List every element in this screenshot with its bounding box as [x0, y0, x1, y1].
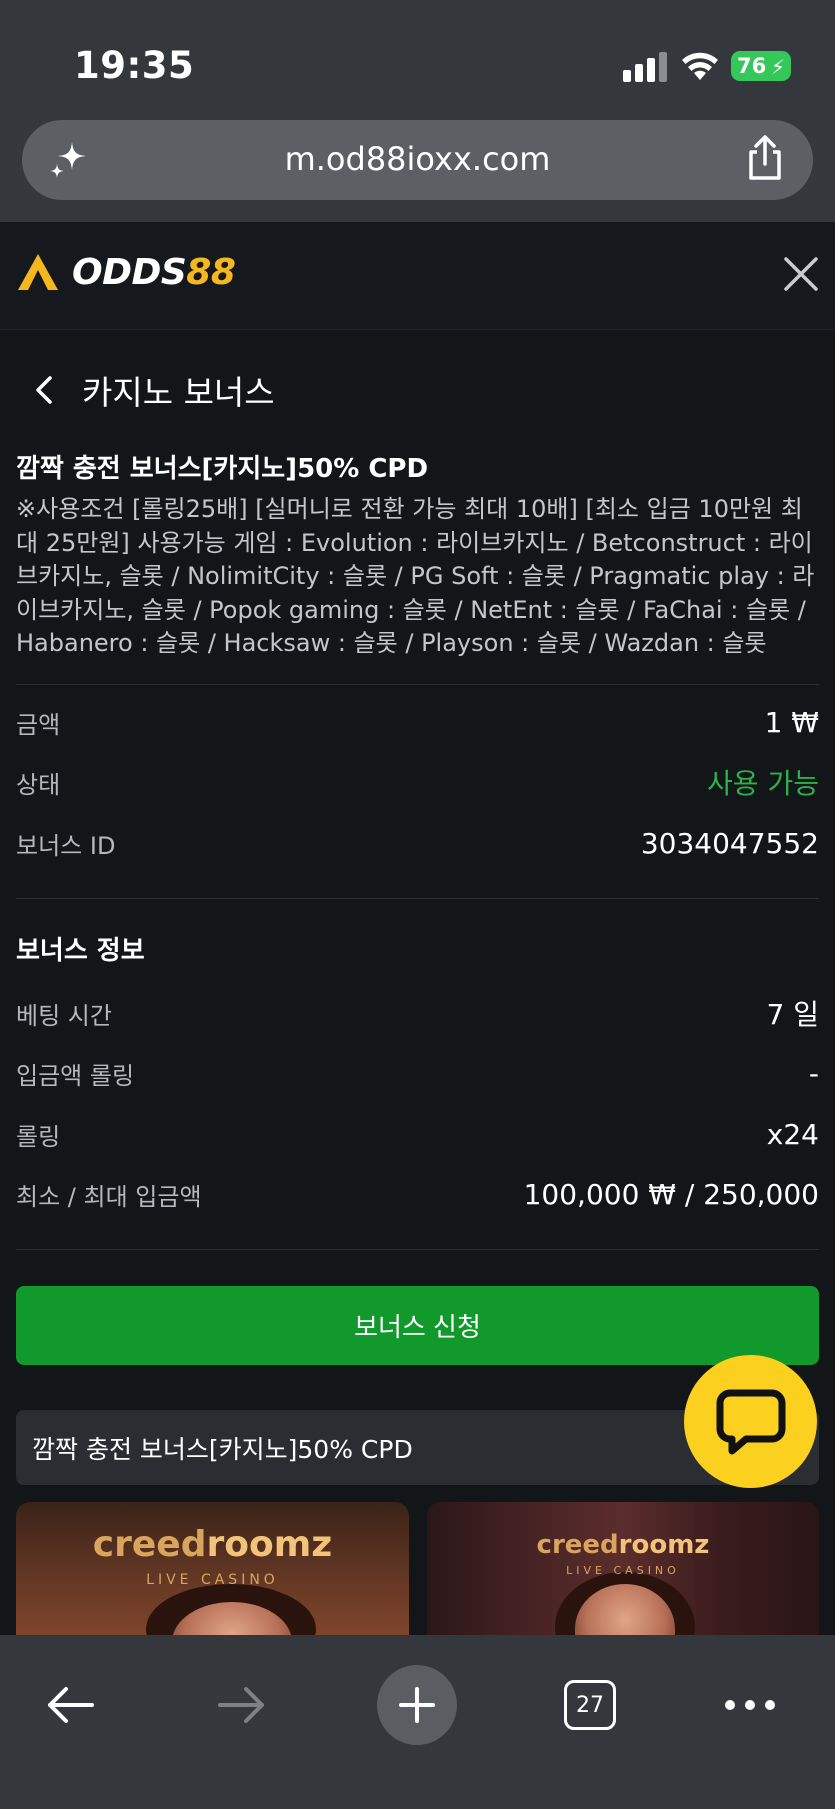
game-tile-creedroomz-1[interactable]: creedroomz LIVE CASINO	[16, 1502, 409, 1635]
detail-label: 상태	[16, 770, 61, 799]
info-value: -	[808, 1056, 819, 1090]
plus-icon	[399, 1687, 435, 1723]
tile-brand: creedroomz	[16, 1524, 409, 1565]
promo-card-title: 깜짝 충전 보너스[카지노]50% CPD	[32, 1434, 413, 1464]
info-value: 7 일	[766, 998, 819, 1031]
bonus-description: ※사용조건 [롤링25배] [실머니로 전환 가능 최대 10배] [최소 입금…	[16, 495, 815, 657]
arrow-left-icon	[48, 1687, 94, 1723]
ellipsis-icon	[725, 1700, 775, 1710]
info-row-deposit-rolling: 입금액 롤링 -	[16, 1053, 819, 1093]
info-value: 100,000 ₩ / 250,000	[523, 1177, 819, 1211]
more-menu-button[interactable]	[718, 1665, 782, 1745]
logo-mark-icon	[18, 254, 58, 290]
browser-back-button[interactable]	[38, 1665, 102, 1745]
detail-row-bonus-id: 보너스 ID 3034047552	[16, 823, 819, 863]
logo-text-88: 88	[186, 251, 236, 293]
charging-bolt-icon: ⚡	[770, 55, 785, 79]
close-icon[interactable]	[781, 254, 821, 294]
status-badge: 사용 가능	[707, 767, 819, 800]
detail-value: 1 ₩	[764, 705, 819, 739]
battery-level: 76	[737, 54, 767, 78]
back-chevron-icon[interactable]	[30, 372, 58, 408]
logo-text: ODDS88	[72, 251, 236, 293]
info-label: 입금액 롤링	[16, 1061, 135, 1090]
share-icon[interactable]	[743, 134, 787, 182]
info-row-deposit-range: 최소 / 최대 입금액 100,000 ₩ / 250,000	[16, 1174, 819, 1214]
browser-address-area: m.od88ioxx.com	[0, 110, 835, 222]
detail-row-amount: 금액 1 ₩	[16, 702, 819, 742]
new-tab-button[interactable]	[377, 1665, 457, 1745]
info-value: x24	[766, 1117, 819, 1151]
wifi-icon	[682, 52, 718, 80]
info-label: 베팅 시간	[16, 1001, 112, 1030]
info-label: 롤링	[16, 1122, 61, 1151]
browser-toolbar: 27	[0, 1635, 835, 1809]
info-label: 최소 / 최대 입금액	[16, 1182, 202, 1211]
page-header: 카지노 보너스	[30, 368, 275, 412]
detail-row-status: 상태 사용 가능	[16, 762, 819, 802]
battery-icon: 76 ⚡	[731, 51, 791, 81]
bonus-title: 깜짝 충전 보너스[카지노]50% CPD	[16, 454, 429, 484]
chat-button[interactable]	[684, 1355, 817, 1488]
arrow-right-icon	[218, 1687, 264, 1723]
detail-label: 금액	[16, 710, 61, 739]
odds88-logo[interactable]: ODDS88	[16, 248, 236, 296]
status-bar: 19:35 76 ⚡	[0, 0, 835, 110]
address-bar[interactable]: m.od88ioxx.com	[22, 120, 813, 200]
status-time: 19:35	[74, 44, 195, 87]
tile-subtitle: LIVE CASINO	[566, 1564, 680, 1577]
cellular-signal-icon	[623, 52, 667, 82]
tile-brand-a: creed	[92, 1524, 207, 1565]
tile-brand-b: roomz	[206, 1524, 333, 1565]
tile-brand-b: roomz	[618, 1530, 710, 1560]
tile-brand-a: creed	[536, 1530, 619, 1560]
site-header: ODDS88	[0, 222, 835, 330]
url-text[interactable]: m.od88ioxx.com	[22, 140, 813, 178]
tabs-count: 27	[564, 1680, 616, 1730]
detail-label: 보너스 ID	[16, 831, 116, 860]
divider	[16, 1249, 819, 1250]
divider	[16, 684, 819, 685]
tile-brand: creedroomz	[427, 1530, 819, 1560]
tabs-button[interactable]: 27	[562, 1665, 618, 1745]
info-row-betting-time: 베팅 시간 7 일	[16, 993, 819, 1033]
divider	[16, 898, 819, 899]
game-tile-creedroomz-2[interactable]: creedroomz LIVE CASINO	[427, 1502, 819, 1635]
chat-bubble-icon	[716, 1389, 785, 1454]
info-row-rolling: 롤링 x24	[16, 1114, 819, 1154]
logo-text-odds: ODDS	[72, 251, 187, 293]
browser-forward-button[interactable]	[210, 1665, 274, 1745]
detail-value: 3034047552	[640, 826, 819, 860]
apply-bonus-button[interactable]: 보너스 신청	[16, 1286, 819, 1365]
section-title: 보너스 정보	[16, 936, 145, 966]
page-title: 카지노 보너스	[82, 373, 275, 412]
tile-subtitle: LIVE CASINO	[146, 1572, 279, 1588]
